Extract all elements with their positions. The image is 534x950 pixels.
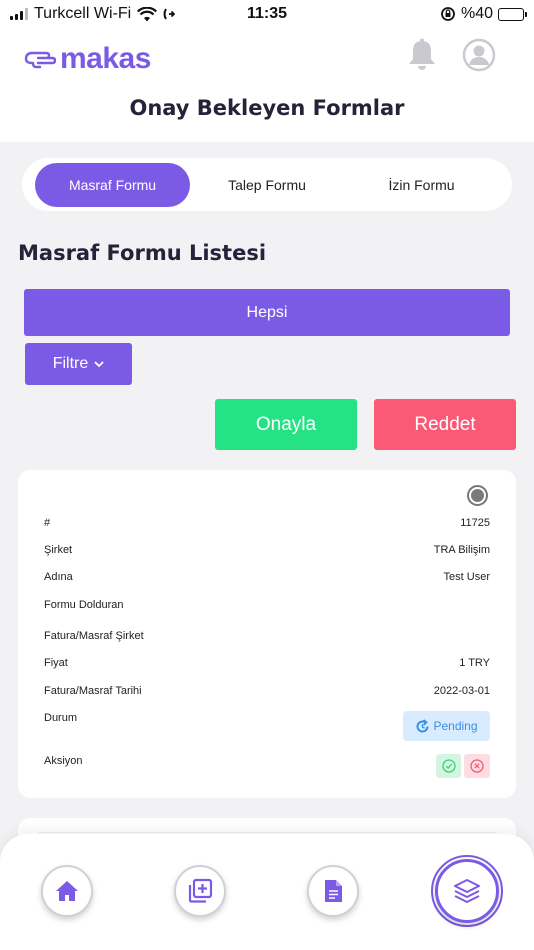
app-header: makas Onay Bekleyen Formlar — [0, 30, 534, 142]
nav-add-form-button[interactable] — [174, 865, 226, 917]
reject-row-button[interactable] — [464, 754, 490, 778]
field-label: Fatura/Masraf Şirket — [44, 630, 144, 642]
field-label: Fiyat — [44, 657, 68, 669]
chevron-down-icon — [94, 360, 104, 367]
approve-row-button[interactable] — [436, 754, 461, 778]
filter-button[interactable]: Filtre — [25, 343, 132, 385]
nav-layers-button[interactable] — [435, 859, 499, 923]
expense-form-card: # 11725 Şirket TRA Bilişim Adına Test Us… — [18, 470, 516, 798]
field-label: Aksiyon — [44, 755, 83, 767]
x-circle-icon — [470, 759, 484, 773]
status-right: %40 — [440, 5, 527, 23]
status-bar: Turkcell Wi-Fi 11:35 %40 — [0, 0, 534, 30]
filter-button-label: Filtre — [52, 355, 89, 372]
refresh-icon — [416, 718, 429, 732]
orientation-lock-icon — [441, 7, 455, 21]
logo-wordmark: makas — [60, 42, 151, 75]
battery-icon — [498, 7, 527, 21]
status-text: Pending — [433, 719, 478, 733]
page-title: Onay Bekleyen Formlar — [129, 96, 405, 120]
layers-icon — [454, 879, 480, 903]
field-label: Adına — [44, 571, 73, 583]
tab-izin-formu[interactable]: İzin Formu — [344, 163, 499, 207]
home-icon — [56, 881, 78, 901]
bell-icon[interactable] — [406, 38, 438, 72]
field-value: 1 TRY — [459, 657, 490, 669]
nav-home-button[interactable] — [41, 865, 93, 917]
user-avatar-icon[interactable] — [462, 38, 496, 72]
card-divider — [38, 832, 496, 833]
app-logo[interactable]: makas — [24, 42, 151, 76]
scissors-hand-icon — [24, 51, 56, 69]
section-title: Masraf Formu Listesi — [18, 241, 267, 265]
form-type-tabs: Masraf Formu Talep Formu İzin Formu — [22, 158, 512, 211]
field-label: Fatura/Masraf Tarihi — [44, 685, 142, 697]
radio-dot — [471, 489, 484, 502]
check-circle-icon — [441, 759, 456, 773]
field-value: TRA Bilişim — [433, 544, 490, 556]
nav-documents-button[interactable] — [307, 865, 359, 917]
field-label: # — [44, 517, 51, 529]
document-icon — [325, 880, 342, 902]
select-radio[interactable] — [467, 485, 488, 506]
field-label: Formu Dolduran — [44, 599, 124, 611]
battery-percent: %40 — [460, 5, 493, 22]
field-value: Test User — [443, 571, 490, 583]
field-label: Şirket — [44, 544, 73, 556]
status-badge: Pending — [403, 711, 490, 741]
field-value: 2022-03-01 — [433, 685, 490, 697]
reject-button[interactable]: Reddet — [374, 399, 516, 450]
all-button[interactable]: Hepsi — [24, 289, 510, 336]
field-label: Durum — [44, 712, 78, 724]
approve-button[interactable]: Onayla — [215, 399, 357, 450]
tab-talep-formu[interactable]: Talep Formu — [192, 163, 342, 207]
tab-masraf-formu[interactable]: Masraf Formu — [35, 163, 190, 207]
add-form-icon — [188, 878, 213, 903]
field-value: 11725 — [460, 517, 490, 529]
